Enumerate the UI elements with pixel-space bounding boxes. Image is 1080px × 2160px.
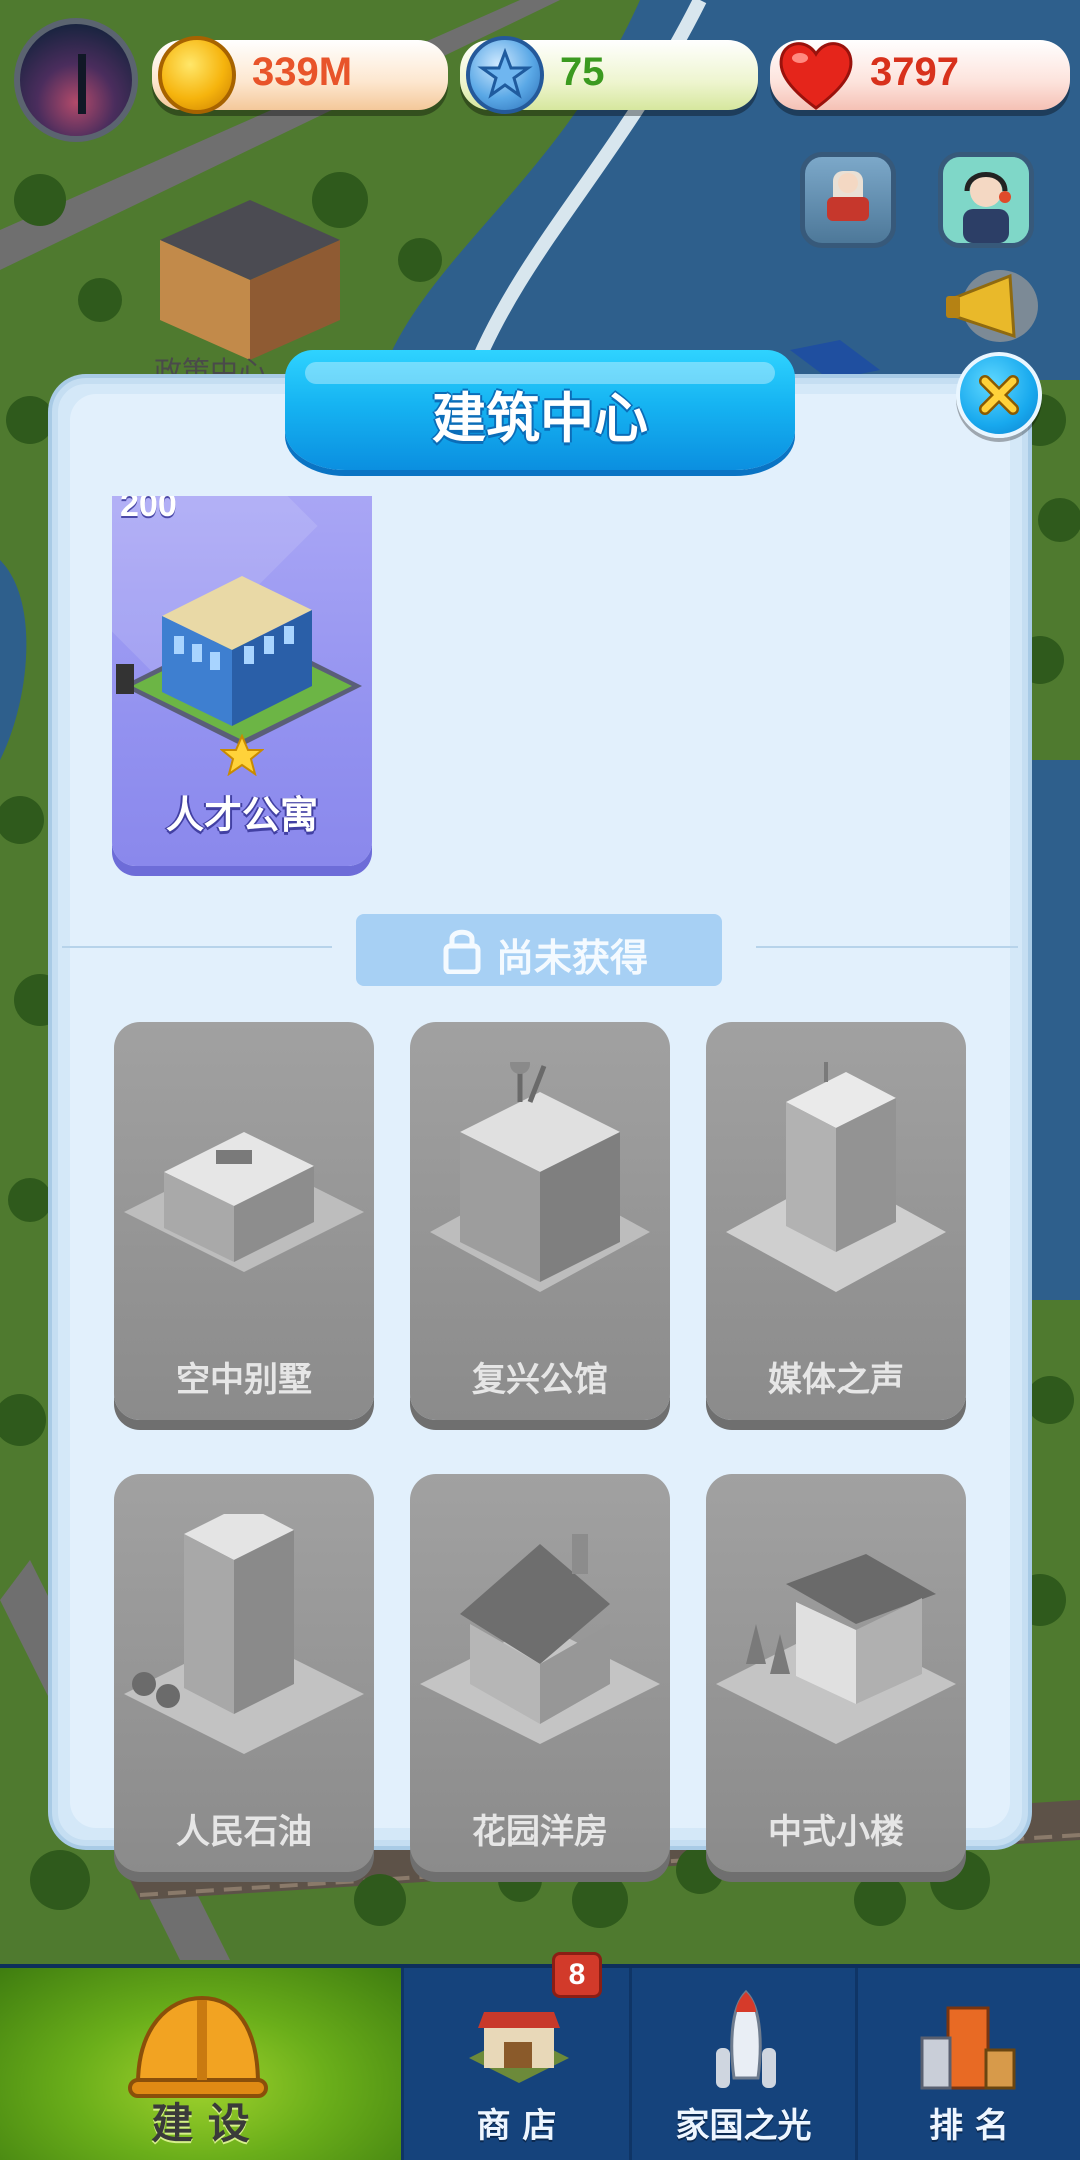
level-star-icon bbox=[220, 734, 264, 776]
tab-national-glory[interactable]: 家国之光 bbox=[632, 1968, 858, 2160]
ranking-podium-icon bbox=[920, 2006, 1016, 2090]
coin-value: 339M bbox=[252, 50, 353, 94]
owned-building-card[interactable]: 200 人才公寓 bbox=[112, 496, 372, 866]
star-value: 75 bbox=[560, 50, 605, 94]
peoples-oil-icon bbox=[124, 1514, 364, 1754]
locked-building-card[interactable]: 媒体之声 bbox=[706, 1022, 966, 1420]
close-icon bbox=[979, 375, 1019, 415]
megaphone-icon bbox=[946, 270, 1038, 342]
coin-counter[interactable]: 339M bbox=[152, 36, 448, 114]
lock-icon bbox=[443, 929, 481, 974]
locked-building-card[interactable]: 中式小楼 bbox=[706, 1474, 966, 1872]
tv-station-icon bbox=[726, 1062, 946, 1292]
close-button[interactable] bbox=[956, 352, 1042, 438]
locked-building-card[interactable]: 复兴公馆 bbox=[410, 1022, 670, 1420]
heart-value: 3797 bbox=[870, 50, 959, 94]
tab-build-label: 建 设 bbox=[151, 2099, 250, 2148]
tab-national-glory-label: 家国之光 bbox=[675, 2106, 812, 2146]
headset-agent-icon bbox=[943, 157, 1029, 243]
locked-building-card[interactable]: 空中别墅 bbox=[114, 1022, 374, 1420]
event-button[interactable] bbox=[800, 152, 896, 248]
heart-icon bbox=[776, 36, 854, 114]
building-name: 中式小楼 bbox=[768, 1812, 904, 1852]
building-name: 空中别墅 bbox=[176, 1360, 312, 1400]
building-name: 人民石油 bbox=[176, 1812, 312, 1852]
shop-notification-badge: 8 bbox=[552, 1952, 602, 1998]
building-name: 复兴公馆 bbox=[472, 1360, 608, 1400]
building-cost: 200 bbox=[120, 496, 177, 524]
locked-building-card[interactable]: 花园洋房 bbox=[410, 1474, 670, 1872]
locked-section-label: 尚未获得 bbox=[496, 936, 649, 980]
tab-shop-label: 商 店 bbox=[476, 2106, 557, 2146]
building-name: 人才公寓 bbox=[165, 793, 318, 837]
divider-right bbox=[756, 946, 1018, 948]
character-icon bbox=[827, 171, 869, 221]
announcement-button[interactable] bbox=[940, 262, 1044, 352]
tab-ranking-label: 排 名 bbox=[929, 2106, 1009, 2146]
revival-mansion-icon bbox=[430, 1062, 650, 1292]
divider-left bbox=[62, 946, 332, 948]
dialog-title: 建筑中心 bbox=[432, 387, 648, 450]
sky-villa-icon bbox=[124, 1132, 364, 1272]
chinese-house-icon bbox=[716, 1554, 956, 1744]
rocket-icon bbox=[716, 1989, 776, 2088]
customer-service-button[interactable] bbox=[938, 152, 1034, 248]
garden-house-icon bbox=[420, 1534, 660, 1744]
dialog-title-banner: 建筑中心 bbox=[285, 350, 795, 470]
building-name: 媒体之声 bbox=[768, 1360, 904, 1400]
building-name: 花园洋房 bbox=[472, 1812, 608, 1852]
tab-ranking[interactable]: 排 名 bbox=[858, 1968, 1080, 2160]
heart-counter[interactable]: 3797 bbox=[770, 40, 1070, 110]
locked-building-card[interactable]: 人民石油 bbox=[114, 1474, 374, 1872]
player-avatar[interactable] bbox=[14, 18, 138, 142]
locked-section-header: 尚未获得 bbox=[356, 914, 722, 986]
shop-icon bbox=[469, 2012, 569, 2083]
tab-build[interactable]: 建 设 bbox=[0, 1968, 404, 2160]
star-counter[interactable]: 75 bbox=[460, 36, 758, 114]
bottom-navigation: 建 设 商 店 家国之光 排 名 bbox=[0, 1964, 1080, 2160]
star-icon bbox=[466, 36, 544, 114]
coin-icon bbox=[158, 36, 236, 114]
